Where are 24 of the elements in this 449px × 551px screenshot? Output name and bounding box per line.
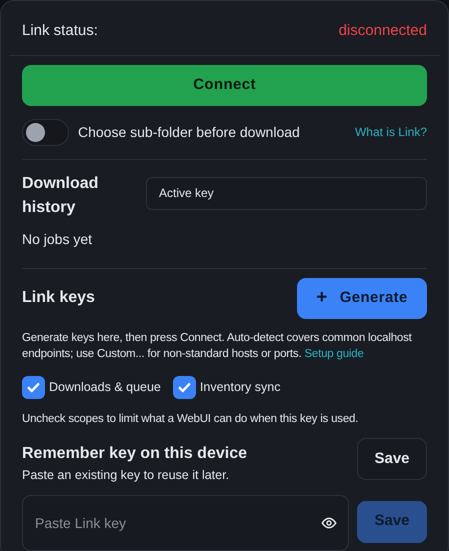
status-label: Link status:: [22, 21, 98, 41]
scope-note: Uncheck scopes to limit what a WebUI can do when this key is used.: [22, 412, 360, 426]
save-button[interactable]: Save: [357, 438, 427, 480]
key-input-field[interactable]: Paste Link key: [22, 494, 349, 550]
section-title: Link keys: [22, 288, 95, 308]
scope-label: Downloads & queue: [49, 378, 161, 396]
toggle-label: Choose sub-folder before download: [78, 122, 300, 142]
section-title: Download history: [22, 174, 100, 218]
setup-guide-link[interactable]: Setup guide: [304, 348, 364, 360]
subtitle-text: Paste an existing key to reuse it later.: [22, 466, 230, 484]
checkbox[interactable]: [172, 376, 196, 398]
description-text: Generate keys here, then press Connect. Auto-detect covers common localhost endpoints; use Custom... for non-standard hosts or ports. Setup guide: [22, 330, 413, 362]
generate-button[interactable]: + Generate: [297, 278, 427, 318]
active-key-field[interactable]: Active key: [146, 176, 427, 210]
eye-icon[interactable]: [321, 514, 337, 530]
toggle-switch[interactable]: [22, 118, 69, 146]
scope-label: Inventory sync: [200, 378, 280, 396]
status-value: disconnected: [338, 21, 427, 41]
section-title: Remember key on this device: [22, 444, 247, 464]
connect-button[interactable]: Connect: [22, 64, 427, 106]
help-link[interactable]: What is Link?: [354, 123, 427, 141]
checkbox[interactable]: [22, 376, 45, 398]
empty-text: No jobs yet: [22, 230, 94, 249]
plus-icon: +: [316, 284, 328, 312]
